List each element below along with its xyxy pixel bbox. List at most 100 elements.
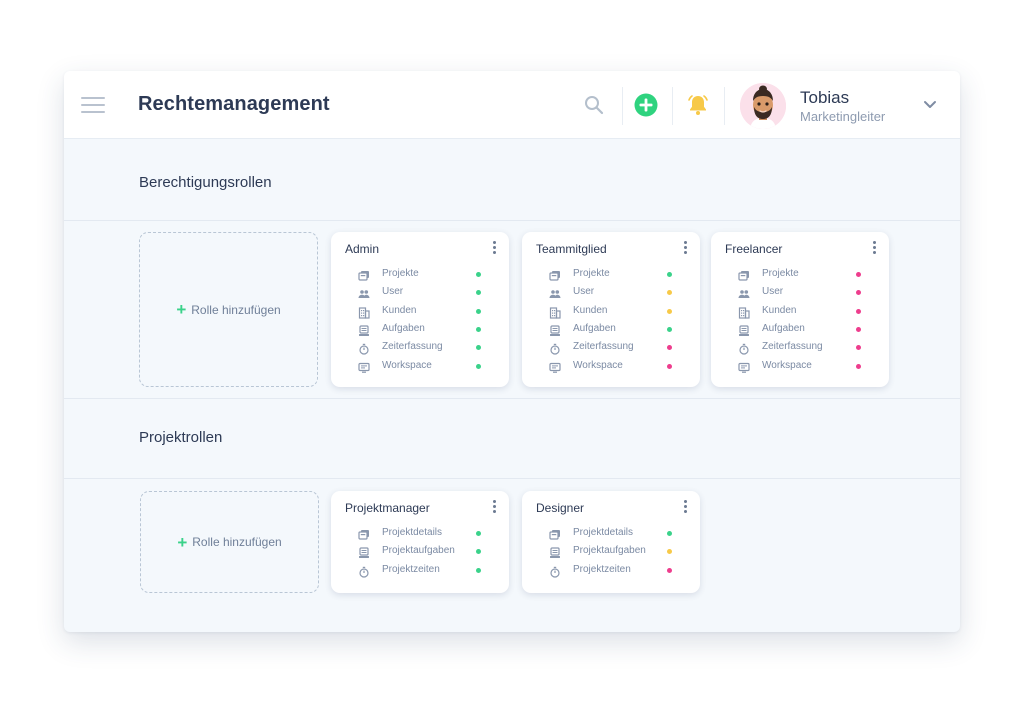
add-role-button[interactable]: + Rolle hinzufügen xyxy=(140,491,319,593)
task-icon xyxy=(549,546,561,559)
permission-label: Zeiterfassung xyxy=(382,341,443,353)
status-dot-green[interactable] xyxy=(667,531,672,536)
status-dot-green[interactable] xyxy=(476,272,481,277)
permission-label: Projekte xyxy=(382,268,419,279)
permission-row: Projekte xyxy=(331,267,509,283)
permission-label: Workspace xyxy=(762,359,812,371)
permission-row: Aufgaben xyxy=(331,322,509,338)
status-dot-yellow[interactable] xyxy=(667,290,672,296)
status-dot-green[interactable] xyxy=(667,326,672,332)
status-dot-pink[interactable] xyxy=(856,308,861,314)
role-card[interactable]: Teammitglied Projekte User Kunden Aufgaben Ze… xyxy=(522,232,700,387)
status-dot-green[interactable] xyxy=(476,308,481,314)
monitor-icon xyxy=(549,361,561,373)
stopwatch-icon xyxy=(549,565,561,578)
more-vertical-icon[interactable] xyxy=(491,500,497,514)
permission-label: Kunden xyxy=(573,304,608,316)
permission-label: Projektaufgaben xyxy=(573,545,646,557)
status-dot-pink[interactable] xyxy=(856,290,861,296)
role-card[interactable]: Designer Projektdetails Projektaufgaben Pro… xyxy=(522,491,700,593)
monitor-icon xyxy=(738,361,750,373)
user-name: Tobias xyxy=(800,88,850,107)
add-icon[interactable] xyxy=(634,93,658,117)
status-dot-pink[interactable] xyxy=(856,345,861,351)
plus-icon: + xyxy=(177,532,188,552)
more-vertical-icon[interactable] xyxy=(682,241,688,255)
permission-row: Projektaufgaben xyxy=(331,544,509,560)
permission-row: User xyxy=(711,285,889,301)
search-icon[interactable] xyxy=(582,93,606,117)
status-dot-green[interactable] xyxy=(476,363,481,369)
permission-row: Workspace xyxy=(522,359,700,375)
role-title: Designer xyxy=(536,501,585,515)
section-title-berechtigungsrollen: Berechtigungsrollen xyxy=(139,174,272,191)
permission-label: Projektdetails xyxy=(382,527,443,538)
permission-label: Projektzeiten xyxy=(382,563,440,575)
status-dot-green[interactable] xyxy=(476,345,481,351)
status-dot-pink[interactable] xyxy=(856,326,861,332)
app-window: Rechtemanagement Tobias Marketingleiter … xyxy=(64,71,960,632)
permission-row: Kunden xyxy=(711,304,889,320)
permission-label: Kunden xyxy=(382,304,417,316)
stopwatch-icon xyxy=(549,342,561,355)
stopwatch-icon xyxy=(738,342,750,355)
permission-label: Zeiterfassung xyxy=(573,341,634,353)
permission-label: Aufgaben xyxy=(382,322,425,334)
permission-row: Projektzeiten xyxy=(522,563,700,579)
role-title: Projektmanager xyxy=(345,501,430,515)
stack-icon xyxy=(549,269,561,281)
add-role-label: Rolle hinzufügen xyxy=(192,535,282,549)
status-dot-pink[interactable] xyxy=(856,272,861,277)
chevron-down-icon[interactable] xyxy=(922,98,938,112)
permission-label: Projektzeiten xyxy=(573,563,631,575)
status-dot-yellow[interactable] xyxy=(667,549,672,555)
role-title: Teammitglied xyxy=(536,242,607,256)
task-icon xyxy=(358,324,370,336)
permission-row: Projekte xyxy=(522,267,700,283)
section-divider xyxy=(64,398,960,399)
task-icon xyxy=(358,546,370,559)
role-card[interactable]: Projektmanager Projektdetails Projektaufga… xyxy=(331,491,509,593)
header-divider xyxy=(724,87,725,125)
permission-label: Aufgaben xyxy=(573,322,616,334)
status-dot-pink[interactable] xyxy=(667,345,672,351)
building-icon xyxy=(549,306,561,319)
more-vertical-icon[interactable] xyxy=(871,241,877,255)
role-card[interactable]: Freelancer Projekte User Kunden Aufgaben Zeit… xyxy=(711,232,889,387)
status-dot-green[interactable] xyxy=(476,326,481,332)
section-title-projektrollen: Projektrollen xyxy=(139,429,223,446)
bell-icon[interactable] xyxy=(686,93,710,117)
more-vertical-icon[interactable] xyxy=(491,241,497,255)
permission-label: Projektaufgaben xyxy=(382,545,455,557)
status-dot-pink[interactable] xyxy=(856,363,861,369)
avatar[interactable] xyxy=(740,83,786,129)
permission-label: Kunden xyxy=(762,304,797,316)
permission-label: User xyxy=(382,286,404,298)
status-dot-green[interactable] xyxy=(667,272,672,277)
role-title: Freelancer xyxy=(725,242,783,256)
more-vertical-icon[interactable] xyxy=(682,500,688,514)
status-dot-pink[interactable] xyxy=(667,567,672,573)
page-title: Rechtemanagement xyxy=(138,93,330,115)
permission-label: Workspace xyxy=(573,359,623,371)
permission-row: Projektaufgaben xyxy=(522,544,700,560)
status-dot-pink[interactable] xyxy=(667,363,672,369)
monitor-icon xyxy=(358,361,370,373)
permission-row: Zeiterfassung xyxy=(711,340,889,356)
stopwatch-icon xyxy=(358,565,370,578)
header-divider xyxy=(622,87,623,125)
stopwatch-icon xyxy=(358,342,370,355)
permission-row: Kunden xyxy=(522,304,700,320)
permission-row: User xyxy=(331,285,509,301)
menu-icon[interactable] xyxy=(81,97,105,115)
role-card[interactable]: Admin Projekte User Kunden Aufgaben Zeiterfas… xyxy=(331,232,509,387)
header-divider xyxy=(672,87,673,125)
status-dot-yellow[interactable] xyxy=(667,308,672,314)
status-dot-green[interactable] xyxy=(476,531,481,536)
stack-icon xyxy=(358,269,370,281)
status-dot-green[interactable] xyxy=(476,549,481,555)
status-dot-green[interactable] xyxy=(476,567,481,573)
permission-row: User xyxy=(522,285,700,301)
add-role-button[interactable]: + Rolle hinzufügen xyxy=(139,232,318,387)
status-dot-green[interactable] xyxy=(476,290,481,296)
